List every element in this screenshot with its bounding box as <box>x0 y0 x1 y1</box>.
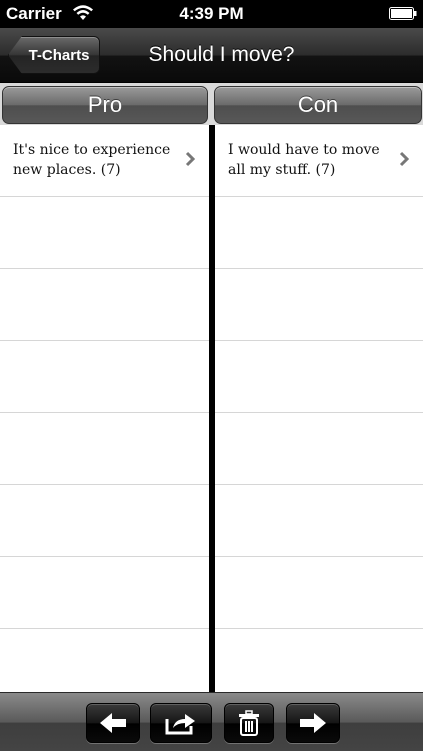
chevron-right-icon <box>399 151 409 167</box>
delete-button[interactable] <box>224 703 274 743</box>
empty-row <box>0 557 209 629</box>
empty-row <box>0 485 209 557</box>
empty-row <box>0 629 209 701</box>
pro-column-header[interactable]: Pro <box>2 86 208 124</box>
status-bar: Carrier 4:39 PM <box>0 0 423 28</box>
back-button-label: T-Charts <box>28 46 90 64</box>
con-column-header[interactable]: Con <box>214 86 422 124</box>
empty-row <box>215 341 423 413</box>
navigation-bar: T-Charts Should I move? <box>0 28 423 83</box>
empty-row <box>0 413 209 485</box>
list-item-text: It's nice to experience new places. (7) <box>13 142 171 178</box>
empty-row <box>215 413 423 485</box>
pro-list: It's nice to experience new places. (7) <box>0 125 209 701</box>
empty-row <box>215 269 423 341</box>
empty-row <box>0 341 209 413</box>
empty-row <box>215 557 423 629</box>
chevron-right-icon <box>185 151 195 167</box>
empty-row <box>215 485 423 557</box>
empty-row <box>215 629 423 701</box>
battery-icon <box>389 7 417 20</box>
empty-row <box>0 269 209 341</box>
page-title: Should I move? <box>148 43 295 66</box>
column-header-row: Pro Con <box>0 83 423 125</box>
arrow-right-icon <box>300 713 326 733</box>
arrow-left-icon <box>100 713 126 733</box>
con-list: I would have to move all my stuff. (7) <box>215 125 423 701</box>
status-time: 4:39 PM <box>179 4 244 23</box>
share-button[interactable] <box>150 703 212 743</box>
list-item[interactable]: I would have to move all my stuff. (7) <box>215 125 423 197</box>
bottom-toolbar <box>0 692 423 751</box>
trash-icon <box>239 710 259 736</box>
list-item[interactable]: It's nice to experience new places. (7) <box>0 125 209 197</box>
previous-button[interactable] <box>86 703 140 743</box>
empty-row <box>0 197 209 269</box>
list-item-text: I would have to move all my stuff. (7) <box>228 142 380 178</box>
empty-row <box>215 197 423 269</box>
next-button[interactable] <box>286 703 340 743</box>
share-icon <box>165 714 195 735</box>
back-button[interactable]: T-Charts <box>8 36 100 74</box>
